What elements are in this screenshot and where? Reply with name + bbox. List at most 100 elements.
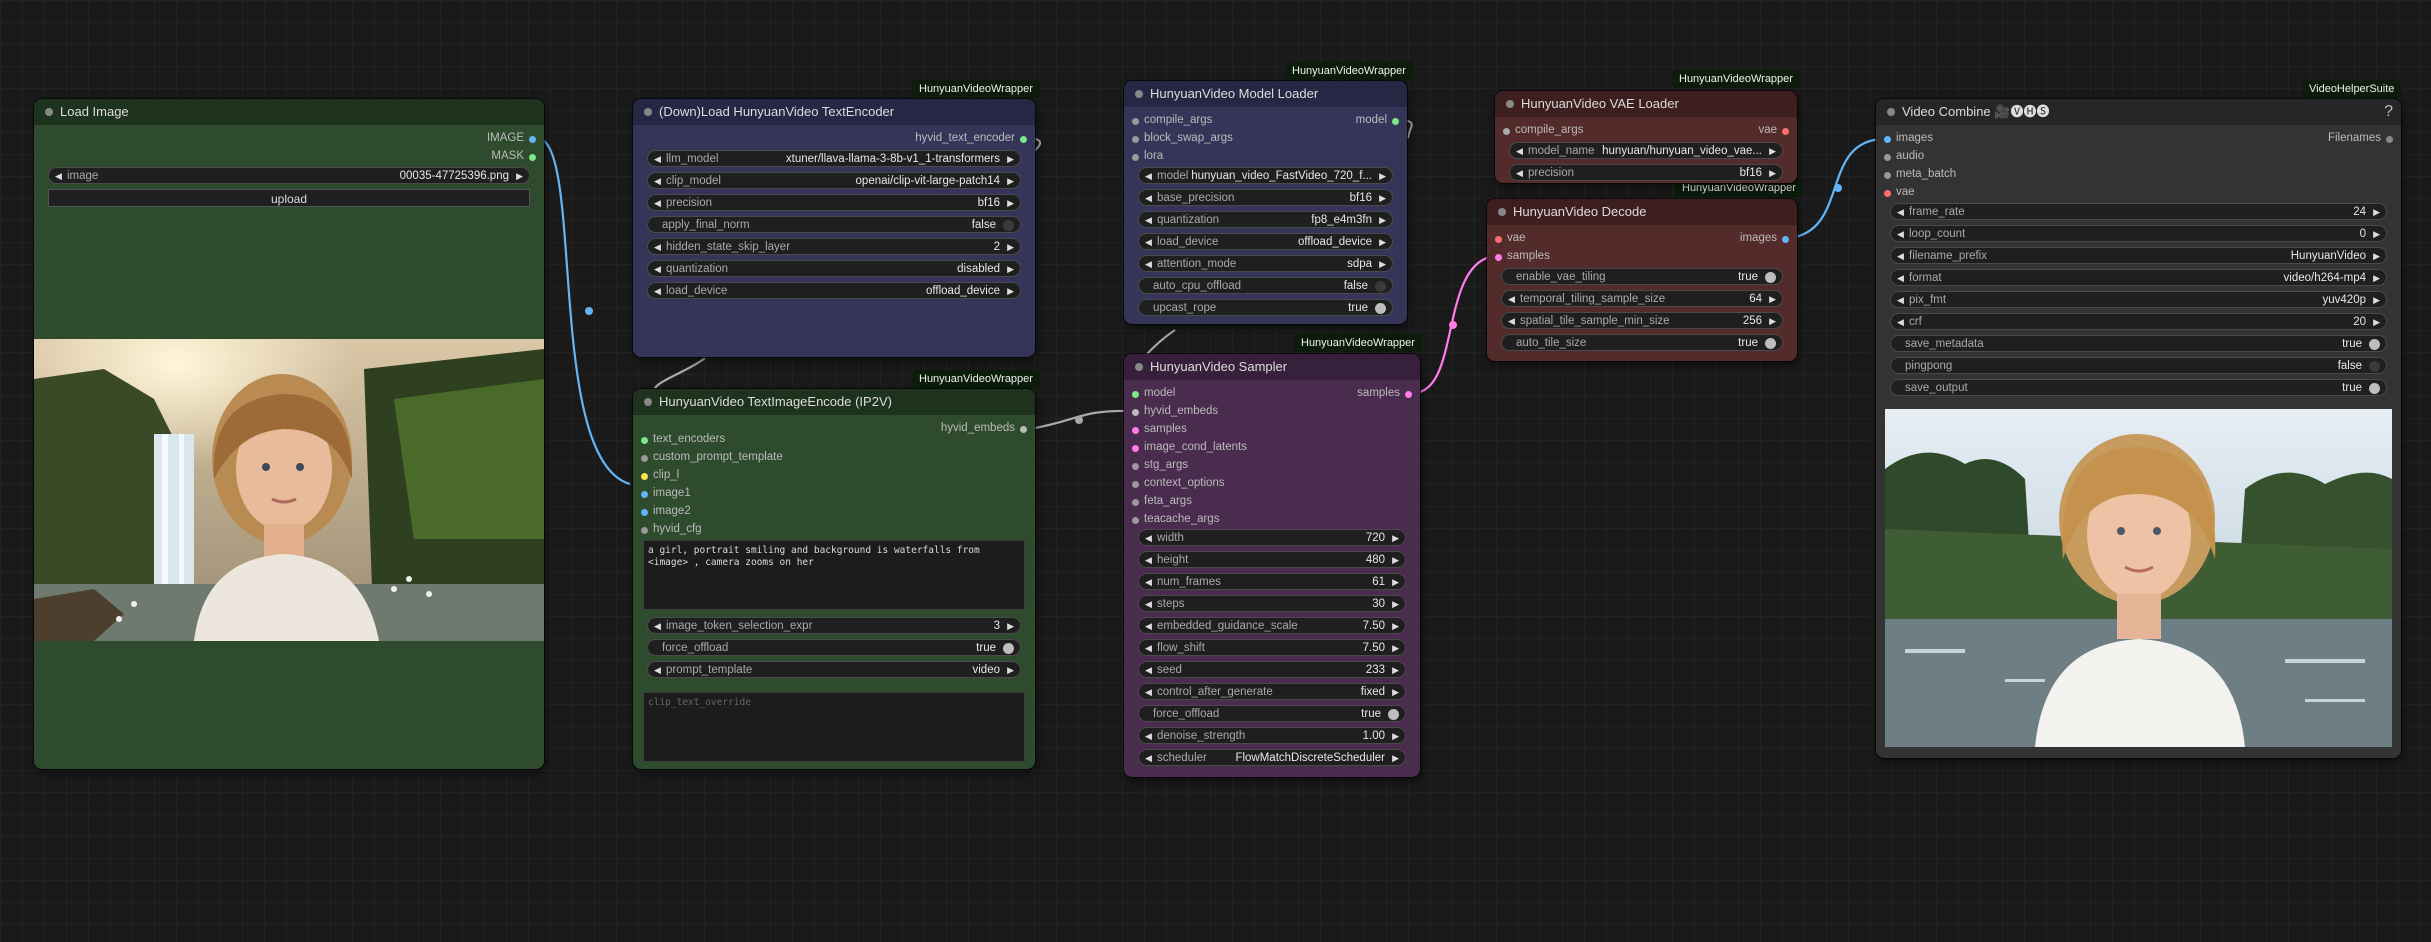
num-frames-widget[interactable]: ◀ num_frames 61 ▶ [1138,573,1406,590]
denoise-strength-widget[interactable]: ◀ denoise_strength 1.00 ▶ [1138,727,1406,744]
help-icon[interactable]: ? [2384,99,2393,125]
arrow-left-icon[interactable]: ◀ [1145,234,1152,249]
input-pin-icon[interactable] [1884,190,1891,197]
steps-widget[interactable]: ◀ steps 30 ▶ [1138,595,1406,612]
seed-widget[interactable]: ◀ seed 233 ▶ [1138,661,1406,678]
collapse-dot-icon[interactable] [1498,208,1506,216]
force-offload-toggle[interactable]: force_offload true [1138,705,1406,722]
input-hyvid-embeds[interactable]: hyvid_embeds [1132,405,1218,417]
arrow-right-icon[interactable]: ▶ [2373,204,2380,219]
collapse-dot-icon[interactable] [45,108,53,116]
input-pin-icon[interactable] [1132,463,1139,470]
arrow-right-icon[interactable]: ▶ [1392,728,1399,743]
arrow-left-icon[interactable]: ◀ [1145,190,1152,205]
input-teacache-args[interactable]: teacache_args [1132,513,1219,525]
toggle-knob-icon[interactable] [2369,383,2380,394]
upcast-rope-toggle[interactable]: upcast_rope true [1138,299,1393,316]
output-pin-icon[interactable] [1020,136,1027,143]
node-title[interactable]: Video Combine 🎥🅥🅗🅢? [1876,99,2401,125]
output-samples[interactable]: samples [1357,387,1412,399]
input-images[interactable]: images [1884,132,1933,144]
arrow-left-icon[interactable]: ◀ [1897,314,1904,329]
clip-model-widget[interactable]: ◀ clip_model openai/clip-vit-large-patch14… [647,172,1021,189]
output-images[interactable]: images [1740,232,1789,244]
output-pin-icon[interactable] [1782,128,1789,135]
input-pin-icon[interactable] [641,437,648,444]
node-title[interactable]: HunyuanVideo VAE Loader [1495,91,1797,117]
output-hyvid-text-encoder[interactable]: hyvid_text_encoder [915,132,1027,144]
quantization-widget[interactable]: ◀ quantization disabled ▶ [647,260,1021,277]
arrow-left-icon[interactable]: ◀ [1145,640,1152,655]
arrow-right-icon[interactable]: ▶ [1007,239,1014,254]
output-pin-icon[interactable] [1782,236,1789,243]
input-image-cond-latents[interactable]: image_cond_latents [1132,441,1247,453]
arrow-left-icon[interactable]: ◀ [654,239,661,254]
input-custom-prompt-template[interactable]: custom_prompt_template [641,451,783,463]
enable-vae-tiling-toggle[interactable]: enable_vae_tiling true [1501,268,1783,285]
input-pin-icon[interactable] [1132,481,1139,488]
arrow-right-icon[interactable]: ▶ [1007,283,1014,298]
arrow-right-icon[interactable]: ▶ [1392,662,1399,677]
input-samples[interactable]: samples [1495,250,1550,262]
arrow-left-icon[interactable]: ◀ [1145,618,1152,633]
input-pin-icon[interactable] [1503,128,1510,135]
arrow-left-icon[interactable]: ◀ [1897,204,1904,219]
arrow-right-icon[interactable]: ▶ [1007,151,1014,166]
input-block-swap-args[interactable]: block_swap_args [1132,132,1233,144]
format-widget[interactable]: ◀ format video/h264-mp4 ▶ [1890,269,2387,286]
arrow-left-icon[interactable]: ◀ [654,195,661,210]
upload-button[interactable]: upload [48,189,530,207]
arrow-left-icon[interactable]: ◀ [1508,313,1515,328]
input-samples[interactable]: samples [1132,423,1187,435]
output-pin-icon[interactable] [1392,118,1399,125]
input-feta-args[interactable]: feta_args [1132,495,1192,507]
arrow-left-icon[interactable]: ◀ [1145,750,1152,765]
arrow-right-icon[interactable]: ▶ [1007,261,1014,276]
arrow-right-icon[interactable]: ▶ [2373,226,2380,241]
arrow-right-icon[interactable]: ▶ [2373,314,2380,329]
collapse-dot-icon[interactable] [644,398,652,406]
toggle-knob-icon[interactable] [2369,339,2380,350]
arrow-left-icon[interactable]: ◀ [1145,552,1152,567]
input-pin-icon[interactable] [1132,391,1139,398]
input-pin-icon[interactable] [1132,517,1139,524]
input-pin-icon[interactable] [1132,499,1139,506]
arrow-right-icon[interactable]: ▶ [516,168,523,183]
toggle-knob-icon[interactable] [1375,303,1386,314]
arrow-right-icon[interactable]: ▶ [1769,313,1776,328]
model-name-widget[interactable]: ◀ model_name hunyuan/hunyuan_video_vae... ▶ [1509,142,1783,159]
arrow-right-icon[interactable]: ▶ [1392,684,1399,699]
arrow-left-icon[interactable]: ◀ [1145,684,1152,699]
node-title[interactable]: HunyuanVideo Decode [1487,199,1797,225]
quantization-widget[interactable]: ◀ quantization fp8_e4m3fn ▶ [1138,211,1393,228]
arrow-right-icon[interactable]: ▶ [1379,190,1386,205]
auto-cpu-offload-toggle[interactable]: auto_cpu_offload false [1138,277,1393,294]
arrow-left-icon[interactable]: ◀ [1897,226,1904,241]
input-pin-icon[interactable] [1132,154,1139,161]
collapse-dot-icon[interactable] [1887,108,1895,116]
arrow-left-icon[interactable]: ◀ [1897,292,1904,307]
height-widget[interactable]: ◀ height 480 ▶ [1138,551,1406,568]
input-clip-l[interactable]: clip_l [641,469,679,481]
input-pin-icon[interactable] [1132,409,1139,416]
arrow-left-icon[interactable]: ◀ [1145,212,1152,227]
arrow-right-icon[interactable]: ▶ [2373,270,2380,285]
hidden-state-skip-layer-widget[interactable]: ◀ hidden_state_skip_layer 2 ▶ [647,238,1021,255]
loop-count-widget[interactable]: ◀ loop_count 0 ▶ [1890,225,2387,242]
input-compile-args[interactable]: compile_args [1503,124,1583,136]
toggle-knob-icon[interactable] [1003,220,1014,231]
arrow-left-icon[interactable]: ◀ [1897,270,1904,285]
prompt-template-widget[interactable]: ◀ prompt_template video ▶ [647,661,1021,678]
temporal-tiling-sample-size-widget[interactable]: ◀ temporal_tiling_sample_size 64 ▶ [1501,290,1783,307]
arrow-left-icon[interactable]: ◀ [654,261,661,276]
control-after-generate-widget[interactable]: ◀ control_after_generate fixed ▶ [1138,683,1406,700]
output-image[interactable]: IMAGE [487,132,536,144]
clip-text-override-textarea[interactable]: clip_text_override [643,692,1025,762]
input-pin-icon[interactable] [641,455,648,462]
arrow-left-icon[interactable]: ◀ [1508,291,1515,306]
input-image2[interactable]: image2 [641,505,691,517]
pingpong-toggle[interactable]: pingpong false [1890,357,2387,374]
arrow-right-icon[interactable]: ▶ [1007,662,1014,677]
arrow-left-icon[interactable]: ◀ [1516,143,1523,158]
model-loader-node[interactable]: HunyuanVideo Model Loader model compile_… [1124,81,1407,324]
